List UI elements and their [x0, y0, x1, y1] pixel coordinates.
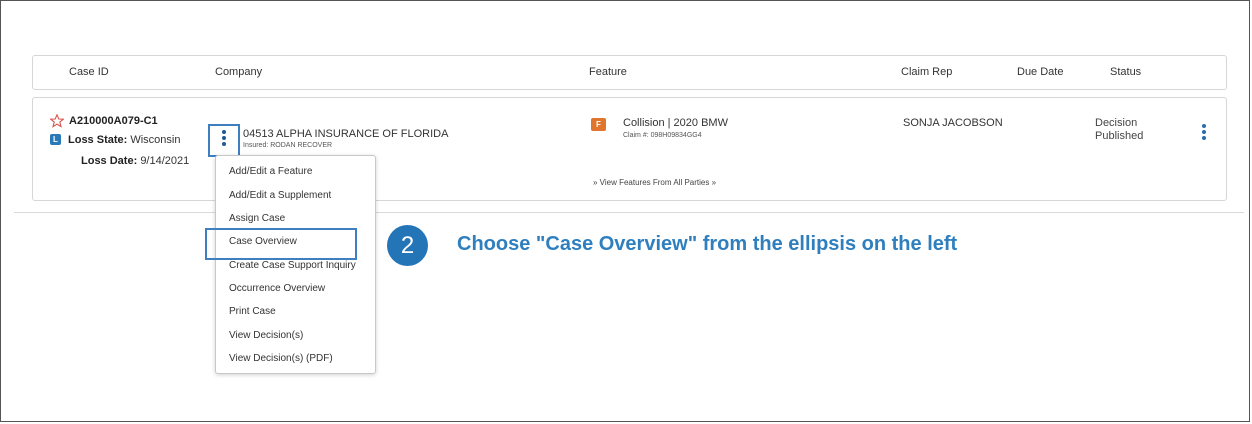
menu-item-view-decisions[interactable]: View Decision(s) [216, 325, 375, 347]
table-header: Case ID Company Feature Claim Rep Due Da… [32, 55, 1227, 90]
status-line2: Published [1095, 130, 1144, 142]
col-case-id[interactable]: Case ID [69, 66, 109, 78]
ellipsis-dropdown-menu: Add/Edit a Feature Add/Edit a Supplement… [215, 155, 376, 374]
feature-link[interactable]: Collision | 2020 BMW [623, 117, 728, 129]
row-actions-button[interactable] [1199, 124, 1209, 144]
col-company[interactable]: Company [215, 66, 262, 78]
loss-state-value: Wisconsin [130, 134, 181, 146]
menu-item-assign-case[interactable]: Assign Case [216, 208, 375, 230]
col-status[interactable]: Status [1110, 66, 1141, 78]
instruction-text: Choose "Case Overview" from the ellipsis… [457, 233, 958, 255]
status-text: Decision Published [1095, 117, 1165, 143]
line-badge: L [50, 134, 61, 145]
case-id-link[interactable]: A210000A079-C1 [69, 115, 158, 127]
company-name: 04513 ALPHA INSURANCE OF FLORIDA [243, 128, 449, 140]
loss-state-label: Loss State: [68, 134, 128, 146]
loss-date: Loss Date: 9/14/2021 [81, 155, 189, 167]
menu-item-occurrence-overview[interactable]: Occurrence Overview [216, 278, 375, 300]
insured-name: Insured: RODAN RECOVER [243, 142, 333, 149]
col-claim-rep[interactable]: Claim Rep [901, 66, 952, 78]
menu-item-view-decisions-pdf[interactable]: View Decision(s) (PDF) [216, 348, 375, 370]
vertical-ellipsis-icon [1199, 124, 1209, 140]
menu-item-add-edit-supplement[interactable]: Add/Edit a Supplement [216, 185, 375, 207]
vertical-ellipsis-icon [210, 130, 238, 148]
menu-item-print-case[interactable]: Print Case [216, 301, 375, 323]
case-overview-highlight [205, 228, 357, 260]
view-features-link[interactable]: » View Features From All Parties » [593, 178, 716, 187]
star-icon[interactable] [50, 114, 64, 128]
step-number-badge: 2 [387, 225, 428, 266]
feature-badge: F [591, 118, 606, 131]
menu-item-add-edit-feature[interactable]: Add/Edit a Feature [216, 161, 375, 183]
claim-number: Claim #: 098H09834GG4 [623, 132, 702, 139]
status-line1: Decision [1095, 117, 1138, 129]
col-due-date[interactable]: Due Date [1017, 66, 1063, 78]
loss-date-label: Loss Date: [81, 155, 138, 167]
claim-rep: SONJA JACOBSON [903, 117, 1003, 129]
company-ellipsis-button[interactable] [208, 124, 240, 157]
col-feature[interactable]: Feature [589, 66, 627, 78]
loss-state: Loss State: Wisconsin [68, 134, 180, 146]
case-row[interactable]: A210000A079-C1 L Loss State: Wisconsin L… [32, 97, 1227, 201]
loss-date-value: 9/14/2021 [140, 155, 190, 167]
